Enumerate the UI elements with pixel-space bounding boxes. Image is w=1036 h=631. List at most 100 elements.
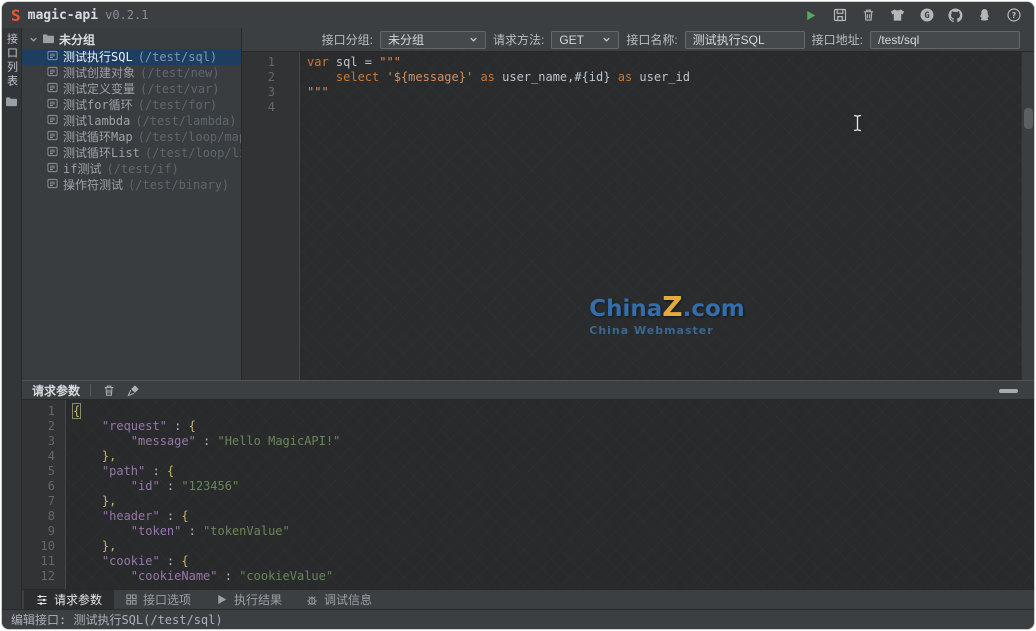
code-token: "request" bbox=[102, 419, 167, 433]
api-name: 测试循环Map bbox=[63, 129, 133, 145]
tree-item[interactable]: 测试for循环 (/test/for) bbox=[22, 97, 241, 113]
code-line[interactable]: }, bbox=[73, 539, 1034, 554]
svg-text:G: G bbox=[924, 11, 929, 21]
code-token bbox=[73, 494, 102, 508]
tab-play[interactable]: 执行结果 bbox=[203, 590, 294, 609]
api-name: 测试创建对象 bbox=[63, 65, 135, 81]
titlebar: S magic-api v0.2.1 G? bbox=[2, 2, 1034, 28]
code-line[interactable]: "cookieName" : "cookieValue" bbox=[73, 569, 1034, 584]
minimize-panel-button[interactable] bbox=[999, 389, 1018, 393]
tree-item[interactable]: 测试执行SQL (/test/sql) bbox=[22, 49, 241, 65]
code-line[interactable]: "header" : { bbox=[73, 509, 1034, 524]
divider bbox=[90, 384, 91, 396]
tree-item[interactable]: 测试定义变量 (/test/var) bbox=[22, 81, 241, 97]
line-number: 2 bbox=[242, 70, 275, 85]
bug-icon bbox=[306, 594, 318, 606]
github-link[interactable] bbox=[947, 7, 964, 24]
line-number: 2 bbox=[22, 419, 55, 434]
gitee-link[interactable]: G bbox=[918, 7, 935, 24]
code-line[interactable]: { bbox=[73, 404, 1034, 419]
method-select[interactable]: GET bbox=[551, 31, 619, 49]
code-token: { bbox=[73, 404, 80, 418]
code-token: : bbox=[160, 479, 182, 493]
app-window: S magic-api v0.2.1 G? 接口列表 bbox=[2, 2, 1034, 629]
code-line[interactable]: }, bbox=[73, 449, 1034, 464]
tree-item[interactable]: 测试循环List (/test/loop/list) bbox=[22, 145, 241, 161]
code-token: "cookieName" bbox=[131, 569, 218, 583]
code-token: "cookieValue" bbox=[239, 569, 333, 583]
code-token bbox=[73, 434, 131, 448]
editor-scrollbar[interactable] bbox=[1021, 52, 1034, 380]
tab-sliders[interactable]: 请求参数 bbox=[24, 590, 114, 609]
code-line[interactable]: "id" : "123456" bbox=[73, 479, 1034, 494]
code-token: as bbox=[618, 70, 632, 84]
app-logo-icon: S bbox=[11, 6, 21, 25]
editor-gutter: 1234 bbox=[242, 52, 300, 380]
editor-code[interactable]: ChinaZ.com China Webmaster var sql = """… bbox=[300, 52, 1034, 380]
code-token: user_name,#{id} bbox=[495, 70, 618, 84]
code-token bbox=[73, 509, 102, 523]
svg-text:?: ? bbox=[1011, 11, 1016, 20]
code-line[interactable]: "path" : { bbox=[73, 464, 1034, 479]
api-list-tab[interactable]: 接口列表 bbox=[3, 33, 21, 110]
code-line[interactable] bbox=[307, 100, 1034, 115]
tab-grid[interactable]: 接口选项 bbox=[114, 590, 203, 609]
save-button[interactable] bbox=[831, 7, 848, 24]
api-icon bbox=[47, 97, 58, 113]
code-token: sql = bbox=[329, 55, 380, 69]
params-editor[interactable]: 123456789101112 { "request" : { "message… bbox=[22, 400, 1034, 589]
watermark-z: Z bbox=[662, 290, 682, 323]
editor-toolbar: 接口分组: 未分组 请求方法: GET 接口名称: 测试执行SQL bbox=[242, 28, 1034, 52]
code-line[interactable]: select '${message}' as user_name,#{id} a… bbox=[307, 70, 1034, 85]
code-token: var bbox=[307, 55, 329, 69]
app-name: magic-api bbox=[28, 8, 98, 23]
clear-params-button[interactable] bbox=[101, 383, 116, 398]
tab-bug[interactable]: 调试信息 bbox=[294, 590, 384, 609]
code-token bbox=[73, 419, 102, 433]
group-select[interactable]: 未分组 bbox=[380, 31, 486, 49]
qq-link[interactable] bbox=[976, 7, 993, 24]
code-line[interactable]: """ bbox=[307, 85, 1034, 100]
tab-label: 接口选项 bbox=[143, 591, 191, 608]
tree-group-header[interactable]: 未分组 bbox=[22, 31, 241, 49]
main-area: 接口列表 未分组 bbox=[2, 28, 1034, 609]
script-editor[interactable]: 1234 ChinaZ.com China Webmaster bbox=[242, 52, 1034, 380]
delete-button[interactable] bbox=[860, 7, 877, 24]
tree-item[interactable]: if测试 (/test/if) bbox=[22, 161, 241, 177]
line-number: 8 bbox=[22, 509, 55, 524]
run-button[interactable] bbox=[802, 7, 819, 24]
api-name-input[interactable]: 测试执行SQL bbox=[685, 31, 805, 49]
api-name: 操作符测试 bbox=[63, 177, 123, 193]
tree-item[interactable]: 测试循环Map (/test/loop/map) bbox=[22, 129, 241, 145]
api-tree-items: 测试执行SQL (/test/sql)测试创建对象 (/test/new)测试定… bbox=[22, 49, 241, 193]
code-line[interactable]: "token" : "tokenValue" bbox=[73, 524, 1034, 539]
params-panel-title: 请求参数 bbox=[32, 382, 80, 399]
help-button[interactable]: ? bbox=[1005, 7, 1022, 24]
code-token: }, bbox=[102, 539, 116, 553]
code-line[interactable]: "request" : { bbox=[73, 419, 1034, 434]
api-icon bbox=[47, 65, 58, 81]
tree-item[interactable]: 操作符测试 (/test/binary) bbox=[22, 177, 241, 193]
code-token: "header" bbox=[102, 509, 160, 523]
tree-item[interactable]: 测试创建对象 (/test/new) bbox=[22, 65, 241, 81]
scrollbar-thumb[interactable] bbox=[1024, 108, 1033, 129]
code-line[interactable]: "message" : "Hello MagicAPI!" bbox=[73, 434, 1034, 449]
api-path: (/test/loop/list) bbox=[145, 145, 241, 161]
api-name: 测试执行SQL bbox=[63, 49, 133, 65]
api-path: (/test/for) bbox=[138, 97, 217, 113]
code-token: "message" bbox=[131, 434, 196, 448]
format-json-button[interactable] bbox=[126, 383, 141, 398]
tree-item[interactable]: 测试lambda (/test/lambda) bbox=[22, 113, 241, 129]
api-icon bbox=[47, 145, 58, 161]
code-line[interactable]: "cookie" : { bbox=[73, 554, 1034, 569]
params-code[interactable]: { "request" : { "message" : "Hello Magic… bbox=[66, 400, 1034, 589]
line-number: 4 bbox=[22, 449, 55, 464]
theme-button[interactable] bbox=[889, 7, 906, 24]
code-token: : bbox=[218, 569, 240, 583]
code-token: "123456" bbox=[181, 479, 239, 493]
code-token: { bbox=[181, 509, 188, 523]
mouse-ibeam-cursor bbox=[852, 114, 863, 136]
code-line[interactable]: }, bbox=[73, 494, 1034, 509]
code-line[interactable]: var sql = """ bbox=[307, 55, 1034, 70]
api-url-input[interactable]: /test/sql bbox=[870, 31, 1020, 49]
